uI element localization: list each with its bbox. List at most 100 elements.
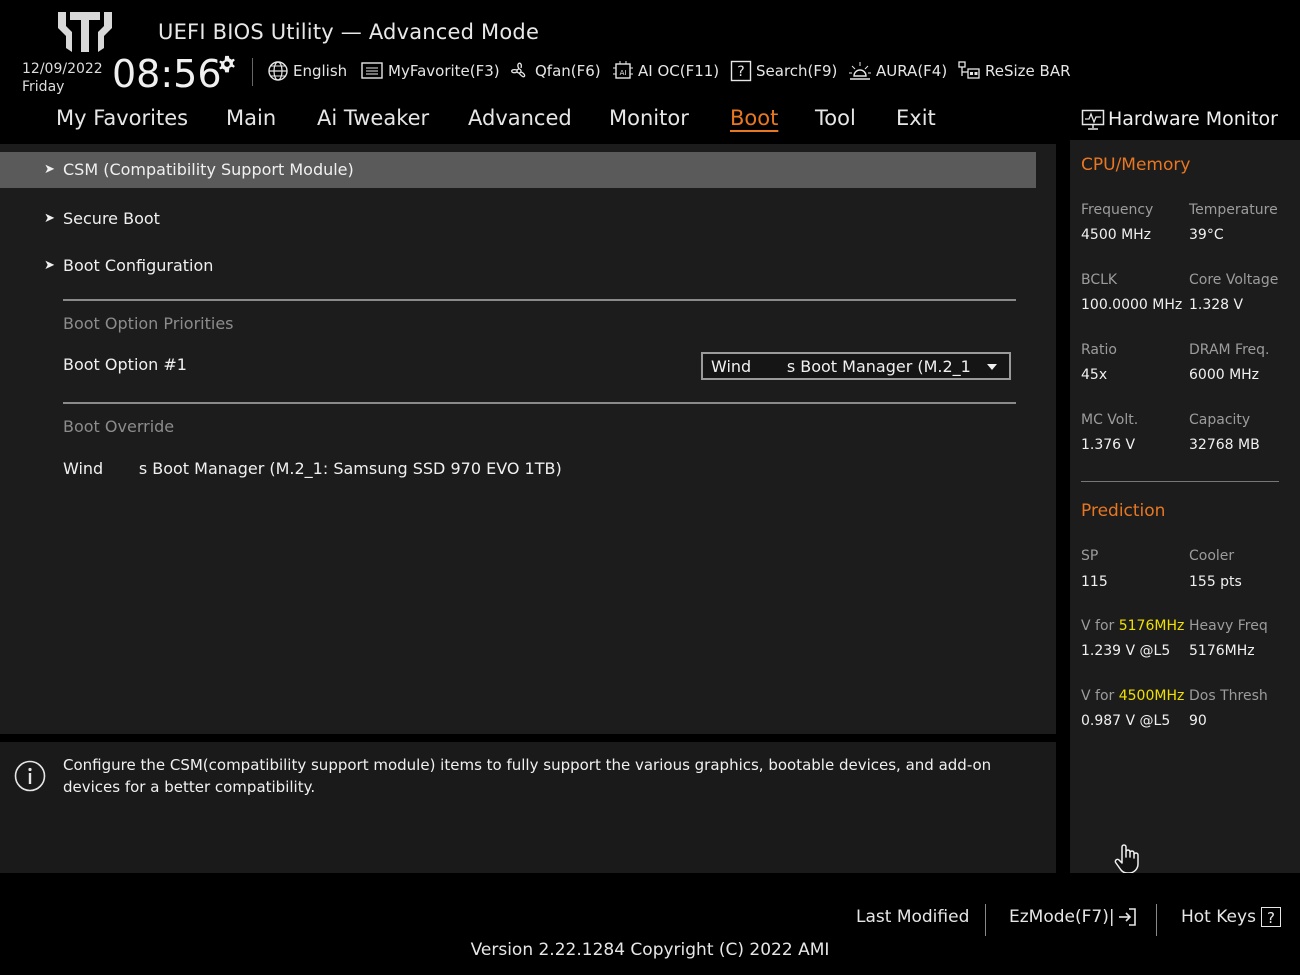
menu-item-csm[interactable]: ➤ CSM (Compatibility Support Module) bbox=[0, 152, 1036, 188]
v-for-dos-label: V for 4500MHz bbox=[1081, 688, 1184, 704]
boot-option-1-label: Boot Option #1 bbox=[63, 355, 187, 374]
footer-separator bbox=[985, 904, 986, 936]
toolbar-label: Search(F9) bbox=[756, 62, 838, 80]
toolbar-qfan-button[interactable]: Qfan(F6) bbox=[507, 59, 601, 83]
menu-item-boot-configuration[interactable]: ➤ Boot Configuration bbox=[0, 248, 1036, 284]
v-for-heavy-freq: 5176MHz bbox=[1118, 618, 1185, 634]
toolbar-aioc-button[interactable]: AI AI OC(F11) bbox=[612, 59, 719, 83]
fan-icon bbox=[511, 62, 526, 78]
section-divider bbox=[63, 402, 1016, 404]
mc-volt-value: 1.376 V bbox=[1081, 437, 1136, 453]
boot-override-heading: Boot Override bbox=[63, 417, 175, 436]
mc-volt-label: MC Volt. bbox=[1081, 412, 1139, 428]
cpu-memory-heading: CPU/Memory bbox=[1081, 155, 1191, 175]
v-for-prefix: V for bbox=[1081, 618, 1119, 634]
menu-item-label: Boot Configuration bbox=[63, 256, 214, 275]
heavy-freq-label: Heavy Freq bbox=[1189, 618, 1268, 634]
info-icon bbox=[14, 760, 46, 792]
last-modified-button[interactable]: Last Modified bbox=[856, 907, 969, 927]
panel-gap bbox=[1056, 100, 1070, 875]
gear-icon[interactable] bbox=[216, 54, 238, 76]
chevron-right-icon: ➤ bbox=[44, 258, 55, 273]
question-box-icon: ? bbox=[730, 60, 752, 82]
frequency-value: 4500 MHz bbox=[1081, 227, 1152, 243]
help-description: Configure the CSM(compatibility support … bbox=[63, 756, 992, 796]
clock-display: 08:56 bbox=[112, 52, 222, 96]
resize-bar-icon bbox=[958, 61, 980, 79]
heavy-freq-value: 5176MHz bbox=[1189, 643, 1255, 659]
toolbar-label: Qfan(F6) bbox=[535, 62, 601, 80]
cooler-label: Cooler bbox=[1189, 548, 1235, 564]
capacity-value: 32768 MB bbox=[1189, 437, 1260, 453]
toolbar-separator bbox=[252, 58, 253, 86]
frequency-label: Frequency bbox=[1081, 202, 1154, 218]
favorite-list-icon bbox=[361, 62, 383, 79]
footer-separator bbox=[1156, 904, 1157, 936]
ratio-label: Ratio bbox=[1081, 342, 1117, 358]
cooler-value: 155 pts bbox=[1189, 574, 1242, 590]
sp-value: 115 bbox=[1081, 574, 1108, 590]
temperature-value: 39°C bbox=[1189, 227, 1224, 243]
toolbar-label: AURA(F4) bbox=[876, 62, 948, 80]
tab-boot[interactable]: Boot bbox=[730, 106, 778, 130]
tab-advanced[interactable]: Advanced bbox=[468, 106, 572, 130]
dos-thresh-label: Dos Thresh bbox=[1189, 688, 1268, 704]
boot-option-1-value: Wind s Boot Manager (M.2_1 bbox=[711, 357, 971, 376]
version-text: Version 2.22.1284 Copyright (C) 2022 AMI bbox=[470, 940, 830, 960]
tab-my-favorites[interactable]: My Favorites bbox=[56, 106, 188, 130]
tab-monitor[interactable]: Monitor bbox=[609, 106, 689, 130]
info-separator-bar bbox=[0, 734, 1056, 742]
exit-arrow-icon bbox=[1118, 908, 1136, 926]
menu-item-secure-boot[interactable]: ➤ Secure Boot bbox=[0, 201, 1036, 237]
toolbar-resizebar-button[interactable]: ReSize BAR bbox=[957, 59, 1071, 83]
light-icon bbox=[849, 62, 871, 80]
toolbar-label: ReSize BAR bbox=[985, 62, 1071, 80]
last-modified-label: Last Modified bbox=[856, 907, 970, 927]
monitor-icon bbox=[1081, 109, 1105, 130]
dos-thresh-value: 90 bbox=[1189, 713, 1207, 729]
toolbar-label: English bbox=[293, 62, 348, 80]
v-for-prefix: V for bbox=[1081, 688, 1119, 704]
chip-icon: AI bbox=[613, 61, 633, 79]
toolbar-search-button[interactable]: ? Search(F9) bbox=[730, 59, 837, 83]
hardware-monitor-title: Hardware Monitor bbox=[1108, 108, 1278, 130]
sp-label: SP bbox=[1081, 548, 1099, 564]
day-display: Friday bbox=[22, 79, 65, 95]
v-for-heavy-label: V for 5176MHz bbox=[1081, 618, 1184, 634]
ratio-value: 45x bbox=[1081, 367, 1108, 383]
chevron-down-icon bbox=[987, 364, 997, 370]
tuf-logo bbox=[58, 12, 112, 52]
hardware-monitor-divider bbox=[1081, 481, 1279, 482]
capacity-label: Capacity bbox=[1189, 412, 1251, 428]
hand-cursor-icon bbox=[1114, 844, 1139, 874]
dram-freq-label: DRAM Freq. bbox=[1189, 342, 1270, 358]
bclk-value: 100.0000 MHz bbox=[1081, 297, 1183, 313]
app-title: UEFI BIOS Utility — Advanced Mode bbox=[158, 20, 540, 44]
core-voltage-value: 1.328 V bbox=[1189, 297, 1244, 313]
v-for-heavy-value: 1.239 V @L5 bbox=[1081, 643, 1171, 659]
toolbar-label: AI OC(F11) bbox=[638, 62, 720, 80]
tab-tool[interactable]: Tool bbox=[815, 106, 856, 130]
tab-main[interactable]: Main bbox=[226, 106, 276, 130]
toolbar-myfavorite-button[interactable]: MyFavorite(F3) bbox=[360, 59, 500, 83]
hot-keys-button[interactable]: Hot Keys ? bbox=[1181, 907, 1281, 927]
core-voltage-label: Core Voltage bbox=[1189, 272, 1279, 288]
boot-option-1-select[interactable]: Wind s Boot Manager (M.2_1 bbox=[701, 352, 1011, 380]
ezmode-button[interactable]: EzMode(F7)| bbox=[1009, 907, 1137, 927]
chevron-right-icon: ➤ bbox=[44, 162, 55, 177]
boot-override-item[interactable]: Wind s Boot Manager (M.2_1: Samsung SSD … bbox=[63, 459, 562, 478]
boot-priorities-heading: Boot Option Priorities bbox=[63, 314, 234, 333]
ezmode-label: EzMode(F7)| bbox=[1009, 907, 1115, 927]
toolbar-aura-button[interactable]: AURA(F4) bbox=[848, 59, 947, 83]
menu-item-label: Secure Boot bbox=[63, 209, 160, 228]
prediction-heading: Prediction bbox=[1081, 501, 1166, 521]
globe-icon bbox=[268, 61, 288, 81]
dram-freq-value: 6000 MHz bbox=[1189, 367, 1260, 383]
temperature-label: Temperature bbox=[1189, 202, 1278, 218]
menu-item-label: CSM (Compatibility Support Module) bbox=[63, 160, 354, 179]
tab-ai-tweaker[interactable]: Ai Tweaker bbox=[317, 106, 429, 130]
toolbar-language-button[interactable]: English bbox=[267, 59, 347, 83]
toolbar-label: MyFavorite(F3) bbox=[388, 62, 500, 80]
tab-exit[interactable]: Exit bbox=[896, 106, 936, 130]
svg-text:AI: AI bbox=[620, 69, 627, 77]
